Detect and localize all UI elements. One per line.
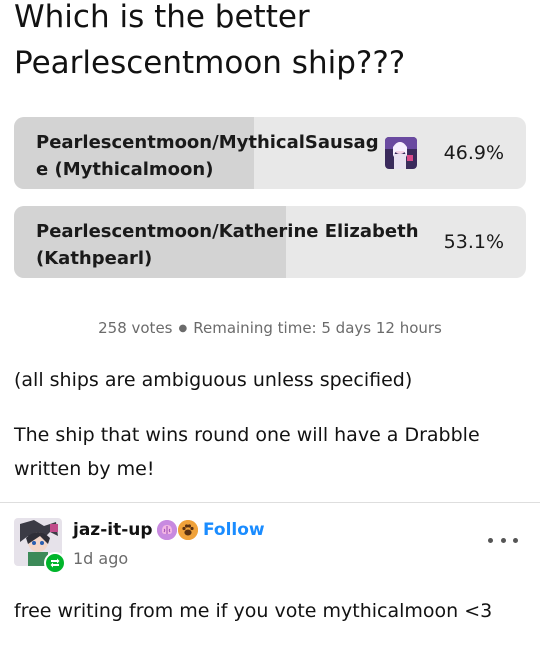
post-divider: [0, 502, 540, 503]
post-timestamp: 1d ago: [73, 549, 129, 568]
more-dot: [488, 537, 493, 543]
brain-badge-icon[interactable]: [157, 520, 177, 540]
post-note: (all ships are ambiguous unless specifie…: [14, 369, 413, 391]
more-dot: [513, 537, 518, 543]
reblog-icon: [44, 552, 66, 574]
remaining-time: Remaining time: 5 days 12 hours: [193, 319, 442, 337]
option-thumbnail-image: [385, 137, 417, 169]
follow-button[interactable]: Follow: [203, 518, 265, 542]
paw-badge-icon[interactable]: [178, 520, 198, 540]
poll-title: Which is the better Pearlescentmoon ship…: [14, 0, 406, 81]
poll-option-label: Pearlescentmoon/MythicalSausage (Mythica…: [36, 132, 379, 180]
post-drabble-text: The ship that wins round one will have a…: [14, 424, 480, 480]
poll-option-label: Pearlescentmoon/Katherine Elizabeth (Kat…: [36, 221, 419, 269]
poll-option-mythicalmoon[interactable]: Pearlescentmoon/MythicalSausage (Mythica…: [14, 117, 526, 189]
reblogger-username[interactable]: jaz-it-up: [73, 518, 153, 542]
poll-meta: 258 votes ● Remaining time: 5 days 12 hour…: [0, 318, 540, 339]
vote-count: 258 votes: [98, 319, 173, 337]
poll-option-kathpearl[interactable]: Pearlescentmoon/Katherine Elizabeth (Kat…: [14, 206, 526, 278]
separator-dot: ●: [178, 323, 188, 334]
poll-option-percent: 53.1%: [443, 231, 504, 253]
more-options-icon[interactable]: [488, 530, 518, 550]
reblog-comment: free writing from me if you vote mythica…: [14, 600, 493, 622]
more-dot: [500, 537, 506, 543]
poll-option-percent: 46.9%: [443, 142, 504, 164]
